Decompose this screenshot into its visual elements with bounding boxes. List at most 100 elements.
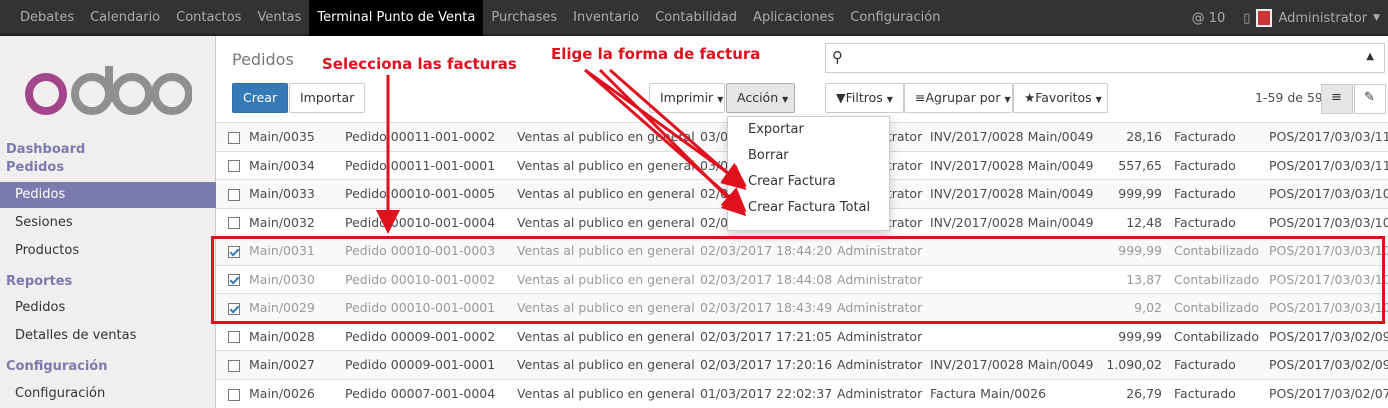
cell-partner: Ventas al publico en general — [513, 179, 696, 208]
cell-total: 28,16 — [1096, 122, 1170, 151]
cell-state: Contabilizado — [1170, 321, 1265, 351]
topmenu-item-configuración[interactable]: Configuración — [842, 0, 948, 36]
group-by-label: Agrupar por — [925, 90, 1001, 105]
cell-ref: Main/0028 — [245, 321, 341, 351]
cell-user: Administrator — [833, 321, 926, 351]
topmenu-item-aplicaciones[interactable]: Aplicaciones — [745, 0, 842, 36]
cell-invoice: INV/2017/0028 Main/0049 — [926, 179, 1096, 208]
cell-session: POS/2017/03/02/09 — [1265, 321, 1388, 351]
avatar[interactable] — [1256, 9, 1273, 27]
menu-item-crear-factura-total[interactable]: Crear Factura Total — [728, 195, 889, 221]
cell-session: POS/2017/03/03/11 — [1265, 122, 1388, 151]
row-checkbox-cell — [216, 207, 245, 237]
print-dropdown[interactable]: Imprimir ▼ — [649, 83, 725, 113]
caret-down-icon: ▼ — [717, 95, 724, 104]
table-row[interactable]: Main/0027 Pedido 00009-001-0001 Ventas al … — [216, 350, 1388, 379]
sidebar-item-productos[interactable]: Productos — [0, 238, 216, 264]
sidebar-item-detalles-ventas[interactable]: Detalles de ventas — [0, 323, 216, 349]
cell-session: POS/2017/03/03/11 — [1265, 150, 1388, 180]
table-row[interactable]: Main/0028 Pedido 00009-001-0002 Ventas al … — [216, 321, 1388, 351]
create-button[interactable]: Crear — [232, 83, 289, 113]
cell-partner: Ventas al publico en general — [513, 207, 696, 237]
topmenu-item-purchases[interactable]: Purchases — [483, 0, 565, 36]
favorites-label: Favoritos — [1035, 90, 1092, 105]
cell-total: 26,79 — [1096, 378, 1170, 408]
row-checkbox[interactable] — [228, 331, 240, 344]
topmenu-item-terminal-punto-de-venta[interactable]: Terminal Punto de Venta — [309, 0, 484, 36]
caret-down-icon: ▼ — [1095, 95, 1102, 104]
row-checkbox-cell — [216, 378, 245, 408]
sidebar-section-reportes: Reportes — [6, 274, 73, 289]
row-checkbox-cell — [216, 350, 245, 379]
cell-ref: Main/0034 — [245, 150, 341, 180]
cell-total: 999,99 — [1096, 179, 1170, 208]
filters-button[interactable]: ▼Filtros ▼ — [825, 83, 904, 113]
sidebar-item-configuracion[interactable]: Configuración — [0, 381, 216, 407]
cell-state: Facturado — [1170, 179, 1265, 208]
cell-total: 1.090,02 — [1096, 350, 1170, 379]
cell-user: Administrator — [833, 378, 926, 408]
search-input[interactable]: ⚲ ▲ — [825, 43, 1385, 73]
topbar-right: @ 10 ▯ Administrator ▼ — [1186, 0, 1380, 36]
cell-invoice: INV/2017/0028 Main/0049 — [926, 207, 1096, 237]
row-checkbox[interactable] — [228, 388, 240, 401]
cell-order: Pedido 00011-001-0001 — [341, 150, 513, 180]
row-checkbox[interactable] — [228, 217, 240, 230]
sidebar-item-pedidos[interactable]: Pedidos — [0, 182, 216, 208]
row-checkbox-cell — [216, 321, 245, 351]
topmenu-item-inventario[interactable]: Inventario — [565, 0, 647, 36]
top-navbar: Debates Calendario Contactos Ventas Terminal… — [0, 0, 1388, 36]
filters-label: Filtros — [845, 90, 883, 105]
row-checkbox[interactable] — [228, 131, 240, 144]
caret-down-icon: ▼ — [1004, 95, 1011, 104]
cell-state: Facturado — [1170, 350, 1265, 379]
notifications-counter[interactable]: @ 10 — [1192, 11, 1226, 26]
sidebar-item-reportes-pedidos[interactable]: Pedidos — [0, 295, 216, 321]
cell-invoice: INV/2017/0028 Main/0049 — [926, 150, 1096, 180]
cell-total: 557,65 — [1096, 150, 1170, 180]
sidebar-section-dashboard[interactable]: Dashboard — [6, 142, 85, 157]
favorites-button[interactable]: ★Favoritos ▼ — [1013, 83, 1108, 113]
row-checkbox-cell — [216, 150, 245, 180]
cell-order: Pedido 00009-001-0002 — [341, 321, 513, 351]
sidebar-item-sesiones[interactable]: Sesiones — [0, 210, 216, 236]
cell-date: 01/03/2017 22:02:37 — [696, 378, 833, 408]
topmenu-item-ventas[interactable]: Ventas — [249, 0, 309, 36]
menu-item-borrar[interactable]: Borrar — [728, 143, 889, 169]
topmenu-item-calendario[interactable]: Calendario — [82, 0, 168, 36]
row-checkbox[interactable] — [228, 160, 240, 173]
action-dropdown[interactable]: Acción ▼ — [726, 83, 795, 113]
row-checkbox-cell — [216, 122, 245, 151]
group-by-button[interactable]: ≡Agrupar por ▼ — [904, 83, 1013, 113]
topmenu-item-contactos[interactable]: Contactos — [168, 0, 249, 36]
cell-invoice: INV/2017/0028 Main/0049 — [926, 122, 1096, 151]
list-view-button[interactable]: ≡ — [1321, 84, 1353, 114]
cell-order: Pedido 00011-001-0002 — [341, 122, 513, 151]
topmenu-item-debates[interactable]: Debates — [12, 0, 82, 36]
chevron-down-icon: ▼ — [1373, 13, 1380, 23]
row-checkbox[interactable] — [228, 188, 240, 201]
cell-date: 02/03/2017 17:20:16 — [696, 350, 833, 379]
search-toggle-icon[interactable]: ▲ — [1366, 51, 1374, 62]
sidebar: Dashboard Pedidos Pedidos Sesiones Produ… — [0, 36, 216, 408]
user-menu[interactable]: Administrator — [1278, 11, 1367, 26]
cell-session: POS/2017/03/02/07 — [1265, 378, 1388, 408]
cell-ref: Main/0026 — [245, 378, 341, 408]
menu-item-exportar[interactable]: Exportar — [728, 117, 889, 143]
chat-icon[interactable]: ▯ — [1243, 11, 1250, 26]
cell-ref: Main/0033 — [245, 179, 341, 208]
cell-state: Facturado — [1170, 150, 1265, 180]
menu-item-crear-factura[interactable]: Crear Factura — [728, 169, 889, 195]
cell-partner: Ventas al publico en general — [513, 321, 696, 351]
cell-partner: Ventas al publico en general — [513, 122, 696, 151]
pager-value[interactable]: 1-59 de 59 — [1255, 90, 1323, 105]
form-view-button[interactable]: ✎ — [1354, 84, 1386, 114]
row-checkbox[interactable] — [228, 359, 240, 372]
cell-ref: Main/0027 — [245, 350, 341, 379]
import-button[interactable]: Importar — [289, 83, 366, 113]
row-checkbox-cell — [216, 179, 245, 208]
odoo-logo[interactable] — [24, 66, 192, 118]
table-row[interactable]: Main/0026 Pedido 00007-001-0004 Ventas al … — [216, 378, 1388, 408]
topmenu-item-contabilidad[interactable]: Contabilidad — [647, 0, 745, 36]
edit-icon: ✎ — [1364, 90, 1375, 105]
